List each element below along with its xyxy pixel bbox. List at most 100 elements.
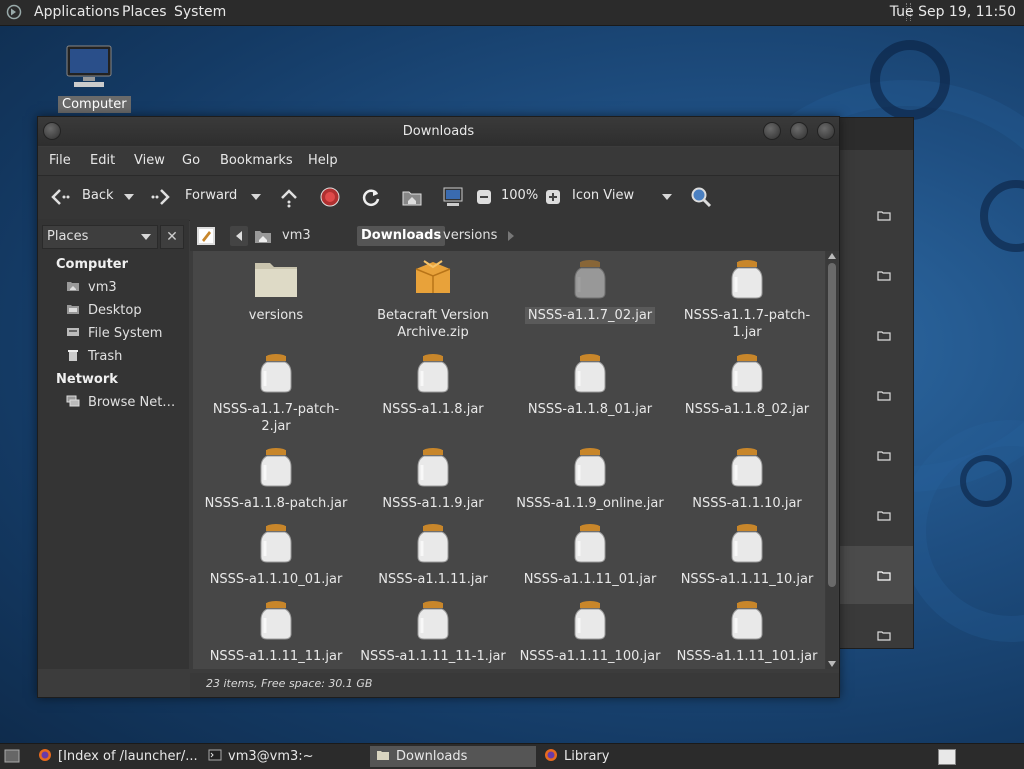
zoom-out-icon[interactable]	[476, 189, 492, 205]
file-item[interactable]: NSSS-a1.1.10.jar	[672, 445, 822, 512]
vertical-scrollbar[interactable]	[826, 251, 838, 669]
menu-edit[interactable]: Edit	[90, 153, 115, 168]
scroll-down-icon[interactable]	[828, 661, 836, 667]
taskbar-item-label: Downloads	[396, 749, 468, 764]
file-item[interactable]: NSSS-a1.1.8_02.jar	[672, 351, 822, 418]
edit-location-icon[interactable]	[196, 226, 216, 246]
file-item[interactable]: NSSS-a1.1.9.jar	[358, 445, 508, 512]
breadcrumb-downloads[interactable]: Downloads	[357, 226, 446, 246]
file-name: NSSS-a1.1.9_online.jar	[516, 496, 664, 511]
file-item[interactable]: NSSS-a1.1.11_10.jar	[672, 521, 822, 588]
view-mode-select[interactable]: Icon View	[572, 188, 634, 203]
file-item[interactable]: NSSS-a1.1.8_01.jar	[515, 351, 665, 418]
file-item[interactable]: NSSS-a1.1.7_02.jar	[515, 257, 665, 324]
sidebar-item-vm3[interactable]: vm3	[66, 280, 117, 295]
menu-help[interactable]: Help	[308, 153, 338, 168]
window-title: Downloads	[402, 124, 475, 139]
taskbar-item-browser[interactable]: [Index of /launcher/...	[32, 746, 200, 767]
desktop-computer-icon[interactable]: Computer	[58, 44, 131, 113]
close-button[interactable]	[817, 122, 835, 140]
computer-icon	[66, 45, 112, 87]
jar-icon	[731, 524, 763, 563]
forward-button[interactable]: Forward	[185, 188, 237, 203]
computer-icon[interactable]	[442, 186, 464, 208]
file-name: NSSS-a1.1.8_01.jar	[527, 402, 653, 417]
file-name: NSSS-a1.1.7_02.jar	[524, 307, 656, 324]
workspace-switcher[interactable]	[938, 749, 956, 765]
sidebar-item-desktop[interactable]: Desktop	[66, 303, 142, 318]
menu-bookmarks[interactable]: Bookmarks	[220, 153, 293, 168]
archive-icon	[415, 260, 451, 293]
breadcrumb-versions[interactable]: versions	[439, 226, 501, 246]
search-icon[interactable]	[690, 186, 712, 208]
back-history-dropdown[interactable]	[124, 194, 134, 200]
file-manager-window[interactable]: Downloads File Edit View Go Bookmarks He…	[37, 116, 840, 698]
file-item[interactable]: NSSS-a1.1.7-patch-2.jar	[201, 351, 351, 435]
file-item[interactable]: NSSS-a1.1.11_100.jar	[515, 598, 665, 665]
file-item[interactable]: NSSS-a1.1.7-patch-1.jar	[672, 257, 822, 341]
file-item[interactable]: versions	[201, 257, 351, 324]
places-menu[interactable]: Places	[122, 4, 167, 20]
zoom-in-icon[interactable]	[545, 189, 561, 205]
file-item[interactable]: NSSS-a1.1.9_online.jar	[515, 445, 665, 512]
scroll-up-icon[interactable]	[828, 253, 836, 259]
file-item[interactable]: NSSS-a1.1.11.jar	[358, 521, 508, 588]
menu-file[interactable]: File	[49, 153, 71, 168]
file-item[interactable]: NSSS-a1.1.11_01.jar	[515, 521, 665, 588]
sidebar-item-label: Trash	[88, 349, 123, 364]
file-icon-view[interactable]: versions Betacraft Version Archive.zip NSS…	[193, 251, 825, 669]
path-scroll-left-button[interactable]	[230, 226, 248, 246]
reload-icon[interactable]	[360, 186, 382, 208]
file-name: NSSS-a1.1.8.jar	[382, 402, 484, 417]
location-pathbar: vm3 Downloads versions	[190, 219, 839, 251]
desktop-folder-icon	[67, 305, 79, 314]
back-button[interactable]: Back	[82, 188, 114, 203]
distro-logo-icon[interactable]	[6, 4, 22, 20]
up-arrow-icon[interactable]	[278, 186, 300, 208]
breadcrumb-vm3[interactable]: vm3	[278, 226, 315, 246]
view-mode-dropdown[interactable]	[662, 194, 672, 200]
file-item[interactable]: NSSS-a1.1.11_11.jar	[201, 598, 351, 665]
sidebar-item-trash[interactable]: Trash	[66, 349, 122, 364]
forward-history-dropdown[interactable]	[251, 194, 261, 200]
menu-view[interactable]: View	[134, 153, 165, 168]
file-item[interactable]: NSSS-a1.1.8-patch.jar	[201, 445, 351, 512]
sidebar-item-label: vm3	[88, 280, 117, 295]
sidebar-header-network: Network	[56, 372, 118, 387]
taskbar-item-terminal[interactable]: vm3@vm3:~	[202, 746, 366, 767]
taskbar-item-library[interactable]: Library	[538, 746, 704, 767]
sidebar-item-browse-network[interactable]: Browse Net…	[66, 395, 175, 410]
jar-icon	[417, 601, 449, 640]
file-name: NSSS-a1.1.11.jar	[378, 572, 488, 587]
show-desktop-icon[interactable]	[4, 749, 20, 763]
scrollbar-thumb[interactable]	[828, 263, 836, 587]
path-scroll-right-icon[interactable]	[508, 231, 514, 241]
forward-arrow-icon[interactable]	[150, 186, 172, 208]
home-folder-icon[interactable]	[401, 186, 423, 208]
maximize-button[interactable]	[790, 122, 808, 140]
sidebar-item-file-system[interactable]: File System	[66, 326, 162, 341]
file-item[interactable]: NSSS-a1.1.11_101.jar	[672, 598, 822, 665]
drive-icon	[67, 328, 79, 336]
file-item[interactable]: Betacraft Version Archive.zip	[358, 257, 508, 341]
jar-icon	[260, 354, 292, 393]
system-menu[interactable]: System	[174, 4, 226, 20]
zoom-level[interactable]: 100%	[501, 188, 538, 203]
applications-menu[interactable]: Applications	[34, 4, 120, 20]
file-item[interactable]: NSSS-a1.1.8.jar	[358, 351, 508, 418]
menu-go[interactable]: Go	[182, 153, 200, 168]
menubar: File Edit View Go Bookmarks Help	[38, 147, 839, 175]
minimize-button[interactable]	[763, 122, 781, 140]
clock[interactable]: Tue Sep 19, 11:50	[890, 4, 1016, 20]
file-item[interactable]: NSSS-a1.1.11_11-1.jar	[358, 598, 508, 665]
home-folder-icon	[255, 231, 271, 243]
back-arrow-icon[interactable]	[48, 186, 70, 208]
close-sidebar-button[interactable]: ✕	[160, 225, 184, 249]
stop-icon[interactable]	[319, 186, 341, 208]
taskbar-item-downloads[interactable]: Downloads	[370, 746, 536, 767]
window-titlebar[interactable]: Downloads	[38, 117, 839, 146]
sidebar-selector[interactable]: Places	[42, 225, 158, 249]
file-item[interactable]: NSSS-a1.1.10_01.jar	[201, 521, 351, 588]
file-name: NSSS-a1.1.7-patch-1.jar	[683, 308, 811, 340]
toolbar: Back Forward 100% Icon View	[38, 175, 839, 221]
